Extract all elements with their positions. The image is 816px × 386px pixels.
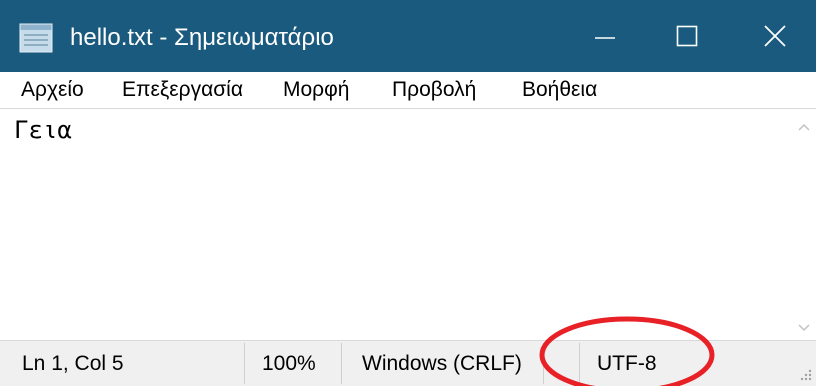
menu-file[interactable]: Αρχείο	[21, 76, 84, 104]
close-button[interactable]	[737, 0, 813, 72]
scroll-up-arrow-icon[interactable]	[796, 121, 812, 133]
status-divider	[244, 343, 245, 384]
scroll-down-arrow-icon[interactable]	[796, 322, 812, 334]
cursor-position: Ln 1, Col 5	[22, 352, 124, 375]
menu-view[interactable]: Προβολή	[392, 76, 476, 104]
title-bar[interactable]: hello.txt - Σημειωματάριο	[0, 0, 816, 72]
minimize-icon	[595, 37, 615, 39]
resize-grip-icon[interactable]	[799, 368, 813, 382]
notepad-window: hello.txt - Σημειωματάριο Αρχείο Επεξεργ…	[0, 0, 816, 386]
text-editor[interactable]: Γεια	[0, 108, 816, 340]
notepad-icon	[19, 23, 53, 53]
menu-format[interactable]: Μορφή	[283, 76, 349, 104]
window-title: hello.txt - Σημειωματάριο	[70, 24, 334, 51]
menu-help[interactable]: Βοήθεια	[522, 76, 597, 104]
maximize-icon	[676, 25, 698, 47]
line-ending: Windows (CRLF)	[362, 352, 522, 375]
menu-bar: Αρχείο Επεξεργασία Μορφή Προβολή Βοήθεια	[0, 72, 816, 108]
editor-content[interactable]: Γεια	[14, 114, 72, 146]
close-icon	[764, 25, 786, 47]
zoom-level: 100%	[262, 352, 316, 375]
status-divider	[341, 343, 342, 384]
vertical-scrollbar[interactable]	[792, 109, 816, 340]
minimize-button[interactable]	[565, 0, 641, 72]
maximize-button[interactable]	[648, 0, 724, 72]
menu-edit[interactable]: Επεξεργασία	[122, 76, 243, 104]
highlight-circle	[539, 316, 715, 386]
